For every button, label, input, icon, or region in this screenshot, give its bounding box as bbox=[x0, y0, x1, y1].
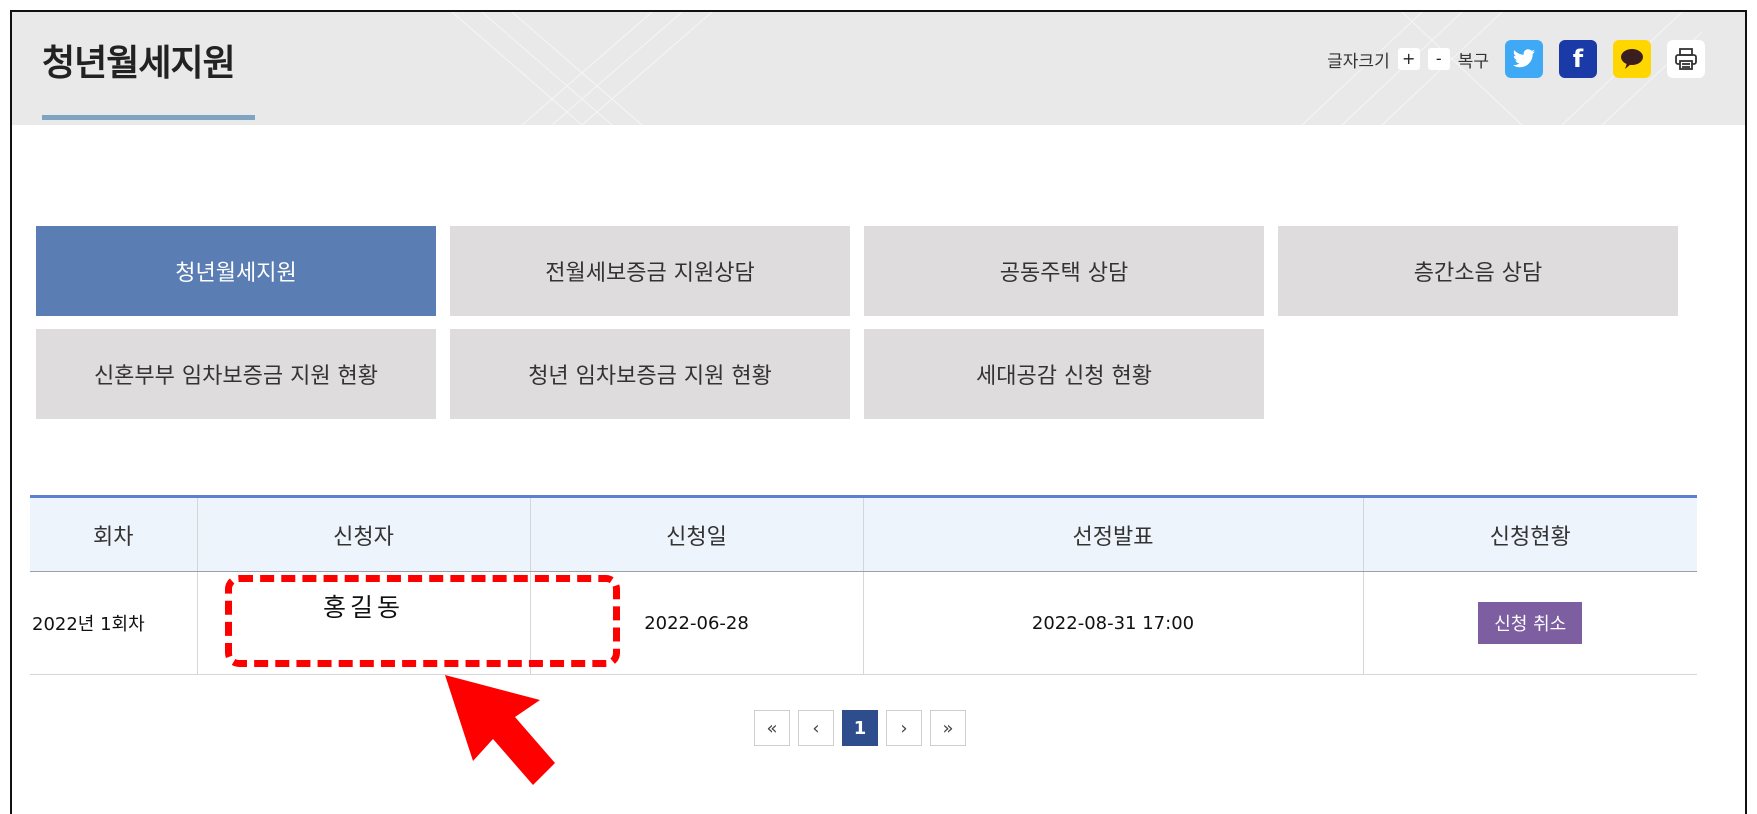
menu-item-label: 세대공감 신청 현황 bbox=[976, 364, 1152, 389]
col-header-announcement: 선정발표 bbox=[863, 496, 1364, 572]
menu-item-newlywed-status[interactable]: 신혼부부 임차보증금 지원 현황 bbox=[36, 329, 436, 419]
menu-item-label: 층간소음 상담 bbox=[1413, 261, 1543, 286]
facebook-icon[interactable]: f bbox=[1559, 40, 1597, 78]
page-title: 청년월세지원 bbox=[42, 43, 236, 84]
menu-item-youth-deposit-status[interactable]: 청년 임차보증금 지원 현황 bbox=[450, 329, 850, 419]
first-page-button[interactable]: « bbox=[754, 710, 790, 746]
page-header: 청년월세지원 글자크기 + - 복구 f bbox=[12, 12, 1745, 125]
font-reset-button[interactable]: 복구 bbox=[1458, 47, 1489, 72]
cell-round: 2022년 1회차 bbox=[30, 571, 198, 675]
facebook-glyph: f bbox=[1572, 45, 1584, 73]
cell-status: 신청 취소 bbox=[1363, 571, 1697, 675]
prev-page-button[interactable]: ‹ bbox=[798, 710, 834, 746]
pointer-arrow-icon bbox=[445, 675, 555, 785]
pagination: « ‹ 1 › » bbox=[754, 710, 966, 746]
menu-item-generation-status[interactable]: 세대공감 신청 현황 bbox=[864, 329, 1264, 419]
menu-item-youth-rent[interactable]: 청년월세지원 bbox=[36, 226, 436, 316]
table-header-row: 회차 신청자 신청일 선정발표 신청현황 bbox=[30, 496, 1697, 572]
menu-item-noise-consult[interactable]: 층간소음 상담 bbox=[1278, 226, 1678, 316]
print-icon[interactable] bbox=[1667, 40, 1705, 78]
cancel-application-button[interactable]: 신청 취소 bbox=[1478, 602, 1583, 644]
font-decrease-button[interactable]: - bbox=[1427, 48, 1450, 70]
menu-item-label: 청년 임차보증금 지원 현황 bbox=[528, 364, 772, 389]
applicant-highlight-box bbox=[225, 575, 620, 667]
next-page-button[interactable]: › bbox=[886, 710, 922, 746]
col-header-applicant: 신청자 bbox=[197, 496, 531, 572]
col-header-round: 회차 bbox=[30, 496, 198, 572]
font-size-label: 글자크기 bbox=[1327, 51, 1390, 72]
toolbar: 글자크기 + - 복구 f bbox=[1327, 40, 1705, 78]
kakao-icon[interactable] bbox=[1613, 40, 1651, 78]
header-decoration bbox=[452, 12, 712, 125]
menu-item-label: 전월세보증금 지원상담 bbox=[545, 261, 755, 286]
col-header-status: 신청현황 bbox=[1363, 496, 1697, 572]
cell-announcement: 2022-08-31 17:00 bbox=[863, 571, 1364, 675]
twitter-icon[interactable] bbox=[1505, 40, 1543, 78]
menu-item-label: 청년월세지원 bbox=[175, 261, 297, 286]
font-increase-button[interactable]: + bbox=[1397, 48, 1420, 70]
menu-item-label: 공동주택 상담 bbox=[999, 261, 1129, 286]
last-page-button[interactable]: » bbox=[930, 710, 966, 746]
title-underline bbox=[42, 115, 255, 120]
menu-item-apartment-consult[interactable]: 공동주택 상담 bbox=[864, 226, 1264, 316]
menu-item-label: 신혼부부 임차보증금 지원 현황 bbox=[93, 364, 379, 389]
page-1-button[interactable]: 1 bbox=[842, 710, 878, 746]
menu-item-deposit-consult[interactable]: 전월세보증금 지원상담 bbox=[450, 226, 850, 316]
col-header-applied-date: 신청일 bbox=[530, 496, 864, 572]
